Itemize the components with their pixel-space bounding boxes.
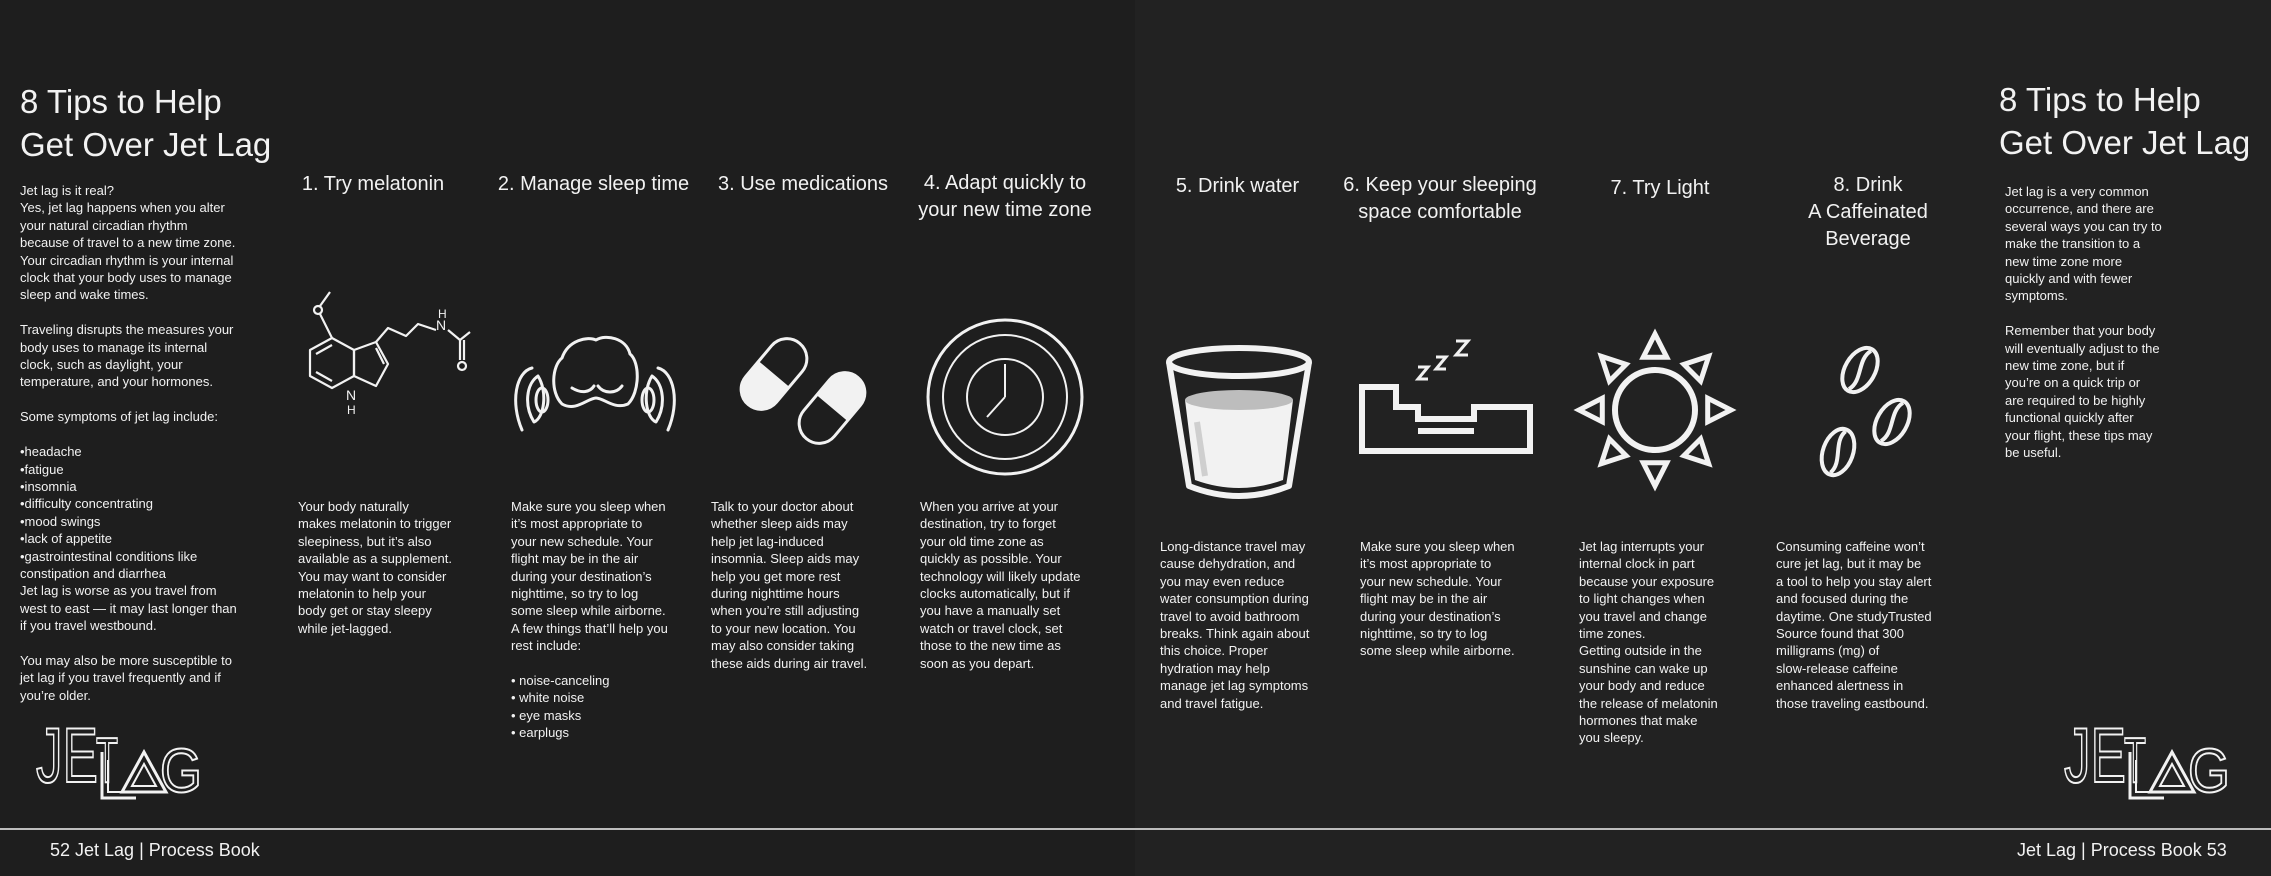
tip-1-text: Your body naturally makes melatonin to t… (298, 499, 452, 636)
left-footer: 52 Jet Lag | Process Book (50, 840, 260, 860)
left-title-line2: Get Over Jet Lag (20, 126, 272, 163)
tip-1-title: 1. Try melatonin (301, 173, 445, 195)
tip-5-title: 5. Drink water (1175, 175, 1300, 197)
bed-zzz-icon (1359, 339, 1533, 454)
logo-g: G (160, 737, 202, 806)
melatonin-molecule-icon: N H N H (308, 291, 471, 417)
tip-6-title: 6. Keep your sleeping space comfortable (1343, 174, 1537, 223)
tip-7-title: 7. Try Light (1610, 177, 1710, 199)
sun-ray (1639, 460, 1671, 492)
right-title-line2: Get Over Jet Lag (1999, 124, 2251, 161)
svg-text:H: H (438, 307, 447, 321)
right-intro-text: Jet lag is a very common occurrence, and… (2005, 184, 2162, 461)
tip-8-text: Consuming caffeine won’t cure jet lag, b… (1776, 539, 1932, 711)
tip-2-text: Make sure you sleep when it’s most appro… (511, 499, 668, 741)
right-title-line1: 8 Tips to Help (1999, 81, 2201, 118)
right-footer: Jet Lag | Process Book 53 (2017, 840, 2227, 860)
left-title: 8 Tips to Help Get Over Jet Lag (20, 80, 271, 166)
tip-8-title: 8. Drink A Caffeinated Beverage (1808, 174, 1928, 250)
sun-ray (1597, 352, 1631, 386)
tip-4-title: 4. Adapt quickly to your new time zone (918, 172, 1092, 221)
left-footer-rule (0, 828, 1135, 830)
tip-2-title: 2. Manage sleep time (497, 173, 690, 195)
svg-text:H: H (347, 403, 356, 417)
right-title: 8 Tips to Help Get Over Jet Lag (1999, 78, 2250, 164)
sun-ray (1573, 394, 1605, 426)
logo-je: JE (2064, 711, 2126, 799)
sun-icon (1573, 328, 1737, 492)
sun-ray (1639, 328, 1671, 360)
tip-7-text: Jet lag interrupts your internal clock i… (1579, 539, 1718, 746)
left-intro-text: Jet lag is it real? Yes, jet lag happens… (20, 183, 237, 703)
tip-6-text: Make sure you sleep when it’s most appro… (1360, 539, 1515, 659)
right-footer-rule (1135, 828, 2271, 830)
left-title-line1: 8 Tips to Help (20, 83, 222, 120)
sun-ray (1597, 434, 1631, 468)
tip-3-title: 3. Use medications (717, 173, 889, 195)
jetlag-logo-right: JE T G (2063, 710, 2231, 807)
sleep-mask-icon (514, 335, 676, 432)
sun-ray (1679, 434, 1713, 468)
jetlag-logo-left: JE T G (35, 710, 203, 807)
coffee-beans-icon (1819, 345, 1912, 478)
tip-5-text: Long-distance travel may cause dehydrati… (1160, 539, 1310, 711)
sun-ray (1679, 352, 1713, 386)
svg-text:N: N (346, 387, 356, 403)
sun-ray (1705, 394, 1737, 426)
clock-icon (926, 318, 1084, 476)
water-glass-icon (1166, 345, 1312, 499)
pills-icon (739, 337, 867, 445)
tip-3-text: Talk to your doctor about whether sleep … (711, 499, 868, 671)
tip-4-text: When you arrive at your destination, try… (920, 499, 1081, 671)
logo-je: JE (36, 711, 98, 799)
logo-g: G (2188, 737, 2230, 806)
